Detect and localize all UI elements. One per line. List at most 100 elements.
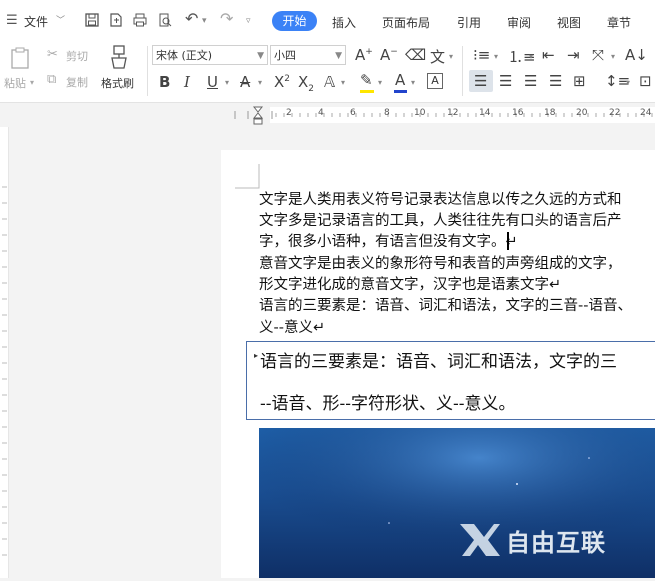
ruler-tick: 14 <box>479 108 491 118</box>
ruler-tick: 24 <box>640 108 652 118</box>
ruler-tick: 8 <box>384 108 390 118</box>
chevron-down-icon[interactable]: ▾ <box>258 78 262 87</box>
font-size-value: 小四 <box>274 49 296 62</box>
text-line[interactable]: 文字多是记录语言的工具，人类往往先有口头的语言后产 <box>259 209 622 230</box>
paste-label[interactable]: 粘贴 <box>4 75 26 91</box>
paste-dropdown-icon[interactable]: ▾ <box>30 78 34 87</box>
chevron-down-icon: ▼ <box>257 51 264 61</box>
ruler-tick: 16 <box>512 108 524 118</box>
chinese-layout-icon[interactable]: ⤧ <box>592 46 604 64</box>
superscript-icon[interactable]: X2 <box>274 73 290 91</box>
format-painter-icon[interactable] <box>109 44 129 74</box>
text-line[interactable]: 字，很多小语种，有语言但没有文字。↵ <box>259 230 518 251</box>
text-box-line[interactable]: --语音、形--字符形状、义--意义。 <box>260 389 515 414</box>
chevron-down-icon[interactable]: ▾ <box>494 52 498 61</box>
anchor-mark-icon: ▸ <box>254 351 259 360</box>
text-line[interactable]: 形文字进化成的意音文字，汉字也是语素文字↵ <box>259 273 561 294</box>
font-color-swatch <box>394 90 407 93</box>
chevron-down-icon[interactable]: ▾ <box>411 78 415 87</box>
tab-review[interactable]: 审阅 <box>507 14 531 31</box>
paste-icon[interactable] <box>9 46 31 74</box>
increase-indent-icon[interactable]: ⇥ <box>567 46 580 64</box>
copy-icon[interactable]: ⧉ <box>47 72 56 88</box>
undo-icon[interactable]: ↶ <box>185 11 198 27</box>
text-box[interactable]: ▸ 语言的三要素是：语音、词汇和语法，文字的三 --语音、形--字符形状、义--… <box>246 341 655 420</box>
cut-label[interactable]: 剪切 <box>66 48 88 64</box>
ruler-tick: 4 <box>318 108 324 118</box>
menu-bar: ☰ 文件 ﹀ ↶ ▾ ↷ ▿ 开始 插入 页面布局 引用 审阅 视图 章节 <box>0 0 655 40</box>
sort-icon[interactable]: A↓ <box>625 46 648 64</box>
align-left-icon[interactable]: ☰ <box>474 72 487 90</box>
tab-chapter[interactable]: 章节 <box>607 14 631 31</box>
chevron-down-icon[interactable]: ▾ <box>449 52 453 61</box>
increase-font-size-icon[interactable]: A+ <box>355 46 373 64</box>
font-color-icon[interactable]: A <box>395 71 405 89</box>
subscript-icon[interactable]: X2 <box>298 73 314 94</box>
text-cursor <box>507 232 509 250</box>
justify-icon[interactable]: ☰ <box>549 72 562 90</box>
tab-view[interactable]: 视图 <box>557 14 581 31</box>
ruler-tick: 20 <box>576 108 588 118</box>
separator <box>147 46 148 96</box>
font-family-select[interactable]: 宋体 (正文) ▼ <box>152 45 268 65</box>
hamburger-menu-icon[interactable]: ☰ <box>6 13 18 29</box>
chevron-down-icon[interactable]: ▾ <box>626 78 630 87</box>
more-chevron-icon[interactable]: ▿ <box>246 13 251 29</box>
bullet-list-icon[interactable]: ⁝≡ <box>473 46 490 64</box>
print-icon[interactable] <box>132 12 148 32</box>
tab-page-layout[interactable]: 页面布局 <box>382 14 430 31</box>
ruler-tick: 22 <box>609 108 621 118</box>
tab-insert[interactable]: 插入 <box>332 14 356 31</box>
chevron-down-icon: ▼ <box>335 51 342 61</box>
chevron-down-icon[interactable]: ▾ <box>611 52 615 61</box>
underline-icon[interactable]: U <box>207 73 218 91</box>
font-size-select[interactable]: 小四 ▼ <box>270 45 346 65</box>
tab-references[interactable]: 引用 <box>457 14 481 31</box>
chevron-down-icon[interactable]: ▾ <box>225 78 229 87</box>
font-family-value: 宋体 (正文) <box>156 49 213 62</box>
save-icon[interactable] <box>84 12 100 32</box>
text-line[interactable]: 文字是人类用表义符号记录表达信息以传之久远的方式和 <box>259 188 622 209</box>
decrease-font-size-icon[interactable]: A− <box>380 46 398 64</box>
chevron-down-icon[interactable]: ▾ <box>529 52 533 61</box>
format-painter-label[interactable]: 格式刷 <box>101 75 134 91</box>
chevron-down-icon[interactable]: ▾ <box>341 78 345 87</box>
phonetic-guide-icon[interactable]: 文 <box>430 46 445 67</box>
align-center-icon[interactable]: ☰ <box>499 72 512 90</box>
ruler-tick: 18 <box>544 108 556 118</box>
ribbon-toolbar: 粘贴 ▾ ✂ 剪切 ⧉ 复制 格式刷 宋体 (正文) ▼ 小四 ▼ A+ A− … <box>0 40 655 103</box>
clear-format-icon[interactable]: ⌫ <box>405 46 426 64</box>
file-menu[interactable]: 文件 <box>24 13 48 30</box>
bold-icon[interactable]: B <box>159 73 170 91</box>
print-preview-icon[interactable] <box>157 12 173 32</box>
ruler-tick: 6 <box>350 108 356 118</box>
decrease-indent-icon[interactable]: ⇤ <box>542 46 555 64</box>
highlight-color-swatch <box>360 90 374 93</box>
separator <box>462 46 463 96</box>
cut-icon[interactable]: ✂ <box>47 47 58 63</box>
text-line[interactable]: 语言的三要素是：语音、词汇和语法，文字的三音--语音、 <box>259 294 632 315</box>
highlight-icon[interactable]: ✎ <box>360 71 373 89</box>
paragraph-settings-icon[interactable]: ⊡ <box>639 72 652 90</box>
ruler-tick: 2 <box>286 108 292 118</box>
text-line[interactable]: 义--意义↵ <box>259 316 325 337</box>
text-box-line[interactable]: 语言的三要素是：语音、词汇和语法，文字的三 <box>260 347 617 372</box>
vertical-ruler[interactable] <box>0 127 9 578</box>
horizontal-ruler[interactable]: 2 4 6 8 10 12 14 16 18 20 22 24 <box>0 103 655 127</box>
document-page[interactable]: 文字是人类用表义符号记录表达信息以传之久远的方式和 文字多是记录语言的工具，人类… <box>221 150 655 578</box>
chevron-down-icon[interactable]: ﹀ <box>56 13 65 29</box>
text-effect-icon[interactable]: 𝔸 <box>324 73 335 91</box>
redo-icon[interactable]: ↷ <box>220 11 233 27</box>
tab-home[interactable]: 开始 <box>272 11 317 31</box>
copy-label[interactable]: 复制 <box>66 74 88 90</box>
strikethrough-icon[interactable]: A <box>240 73 250 91</box>
distributed-align-icon[interactable]: ⊞ <box>573 72 586 90</box>
text-line[interactable]: 意音文字是由表义的象形符号和表音的声旁组成的文字， <box>259 252 622 273</box>
align-right-icon[interactable]: ☰ <box>524 72 537 90</box>
chevron-down-icon[interactable]: ▾ <box>378 78 382 87</box>
italic-icon[interactable]: I <box>184 73 190 91</box>
export-pdf-icon[interactable] <box>108 12 124 32</box>
undo-dropdown-icon[interactable]: ▾ <box>202 13 207 29</box>
character-border-icon[interactable]: A <box>427 73 443 89</box>
ruler-scale <box>234 106 655 125</box>
